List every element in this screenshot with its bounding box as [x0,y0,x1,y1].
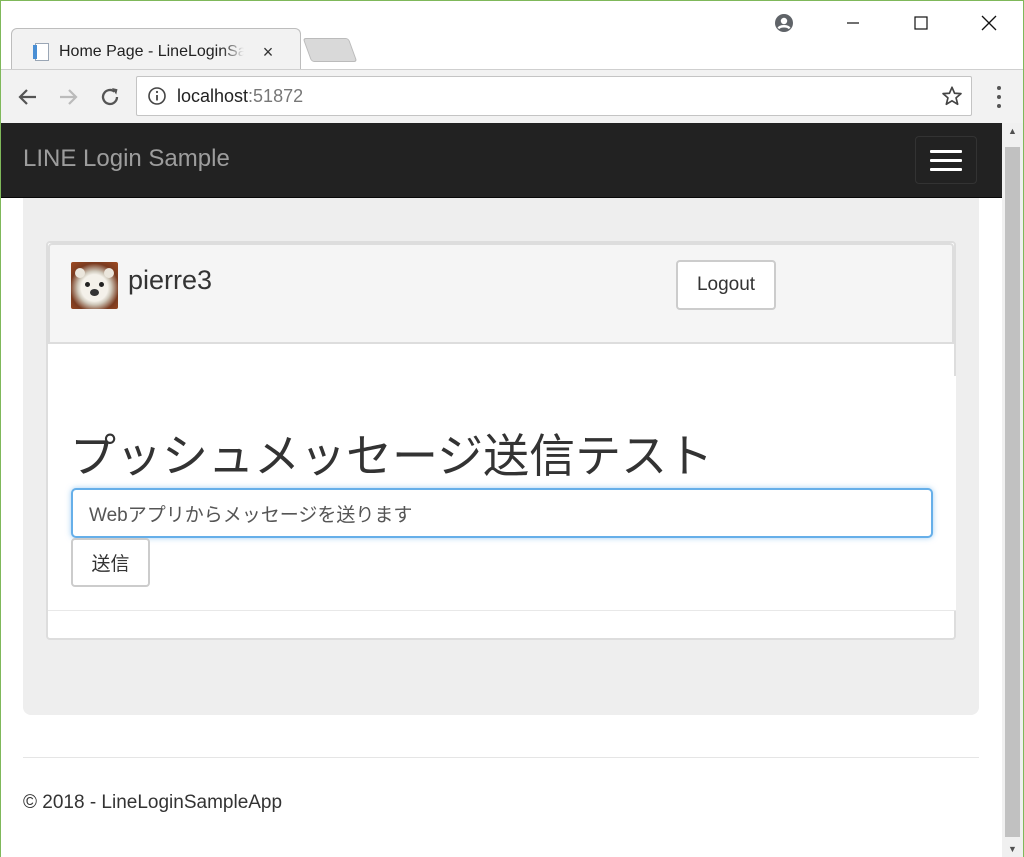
page-favicon-icon [33,42,49,62]
bookmark-star-icon[interactable] [941,85,963,107]
back-button[interactable] [13,82,43,112]
maximize-button[interactable] [887,1,955,45]
scroll-up-arrow-icon[interactable]: ▲ [1002,123,1023,139]
reload-button[interactable] [95,82,125,112]
forward-button[interactable] [53,82,83,112]
profile-panel: pierre3 Logout プッシュメッセージ送信テスト 送信 [46,241,956,640]
window-controls [819,1,1023,45]
push-message-section: プッシュメッセージ送信テスト 送信 [48,376,956,611]
username: pierre3 [128,265,213,295]
tab-title: Home Page - LineLoginSampleApp [59,43,244,60]
page-scrollbar[interactable]: ▲ ▼ [1002,123,1023,857]
site-navbar: LINE Login Sample [1,123,1002,198]
logout-button[interactable]: Logout [676,260,776,310]
arrow-left-icon [18,89,36,105]
navbar-toggle-button[interactable] [915,136,977,184]
scroll-down-arrow-icon[interactable]: ▼ [1002,841,1023,857]
close-icon [981,15,997,31]
avatar [71,262,118,309]
tab-close-icon[interactable]: × [260,42,276,63]
info-icon[interactable] [147,86,167,106]
profile-icon[interactable] [774,13,794,33]
browser-menu-icon[interactable] [989,84,1009,110]
jumbotron: pierre3 Logout プッシュメッセージ送信テスト 送信 [23,198,979,715]
page-viewport: LINE Login Sample pierre3 Logout プッシュメッセ… [1,123,1002,857]
new-tab-button[interactable] [302,38,358,62]
maximize-icon [914,16,928,30]
minimize-button[interactable] [819,1,887,45]
browser-tab-content[interactable]: Home Page - LineLoginSampleApp × [23,37,293,67]
footer-divider [23,757,979,758]
browser-titlebar: Home Page - LineLoginSampleApp × [1,1,1023,70]
hamburger-menu-icon [930,149,962,153]
footer-text: © 2018 - LineLoginSampleApp [23,792,283,813]
url-text: localhost:51872 [177,85,304,106]
send-button[interactable]: 送信 [71,538,150,587]
close-window-button[interactable] [955,1,1023,45]
arrow-right-icon [60,89,78,105]
reload-icon [101,88,119,106]
message-input[interactable] [71,488,933,538]
profile-panel-heading: pierre3 Logout [48,243,954,344]
navbar-brand-link[interactable]: LINE Login Sample [23,145,230,173]
minimize-icon [847,22,859,24]
scrollbar-thumb[interactable] [1005,147,1020,837]
address-bar[interactable]: localhost:51872 [136,76,972,116]
section-title: プッシュメッセージ送信テスト [70,430,714,482]
